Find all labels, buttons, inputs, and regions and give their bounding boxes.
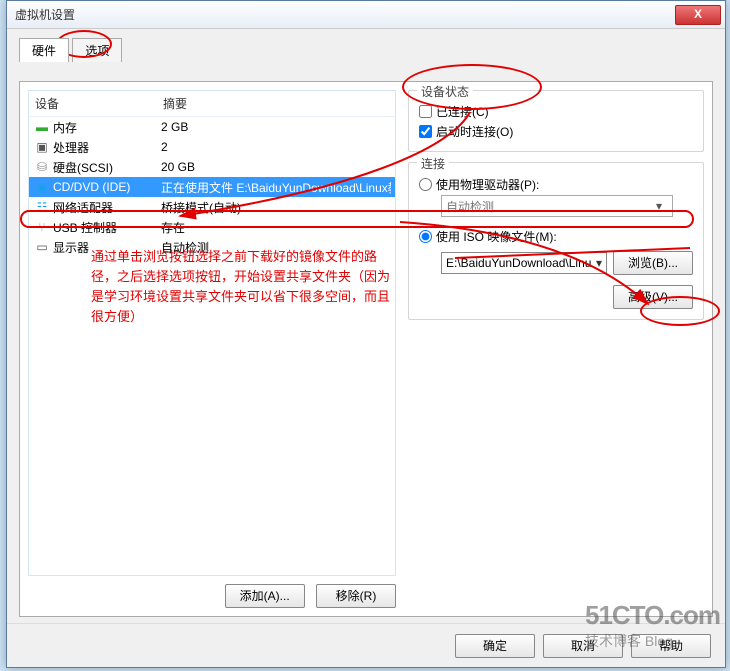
iso-path-combo[interactable]: E:\BaiduYunDownload\Linu ▾ [441,252,607,274]
auto-detect-label: 自动检测 [446,198,494,215]
device-icon: ☷ [33,200,51,214]
device-icon: ⑂ [33,220,51,234]
connection-group: 连接 使用物理驱动器(P): 自动检测 ▾ 使用 ISO 映像文件(M): [408,162,704,320]
tab-hardware[interactable]: 硬件 [19,38,69,62]
remove-button[interactable]: 移除(R) [316,584,396,608]
connect-on-box[interactable] [419,125,432,138]
advanced-button[interactable]: 高级(V)... [613,285,693,309]
use-physical-radio[interactable]: 使用物理驱动器(P): [419,173,693,195]
device-name: CD/DVD (IDE) [53,180,161,194]
device-summary: 正在使用文件 E:\BaiduYunDownload\Linux教学环境及规范\… [161,179,391,196]
status-group: 设备状态 已连接(C) 启动时连接(O) [408,90,704,152]
help-button[interactable]: 帮助 [631,634,711,658]
physical-drive-select[interactable]: 自动检测 ▾ [441,195,673,217]
chevron-down-icon: ▾ [596,256,602,270]
col-header-summary: 摘要 [163,95,187,112]
browse-button[interactable]: 浏览(B)... [613,251,693,275]
device-summary: 20 GB [161,160,391,174]
device-icon: ⛁ [33,160,51,174]
col-header-device: 设备 [35,95,163,112]
body: 硬件 选项 设备 摘要 ▬内存2 GB▣处理器2⛁硬盘(SCSI)20 GB◉C… [7,29,725,667]
device-list: 设备 摘要 ▬内存2 GB▣处理器2⛁硬盘(SCSI)20 GB◉CD/DVD … [28,90,396,576]
device-name: USB 控制器 [53,219,161,236]
vm-settings-window: 虚拟机设置 X 硬件 选项 设备 摘要 ▬内存2 GB▣处理器2⛁硬盘(SCSI… [6,0,726,668]
device-icon: ▭ [33,240,51,254]
titlebar: 虚拟机设置 X [7,1,725,29]
device-name: 硬盘(SCSI) [53,159,161,176]
device-detail: 设备状态 已连接(C) 启动时连接(O) 连接 使用物理驱动器(P): [408,90,704,608]
add-button[interactable]: 添加(A)... [225,584,305,608]
chevron-down-icon: ▾ [650,199,668,213]
device-row[interactable]: ⛁硬盘(SCSI)20 GB [29,157,395,177]
device-row[interactable]: ▬内存2 GB [29,117,395,137]
device-row[interactable]: ◉CD/DVD (IDE)正在使用文件 E:\BaiduYunDownload\… [29,177,395,197]
list-header: 设备 摘要 [29,91,395,117]
annotation-text: 通过单击浏览按钮选择之前下载好的镜像文件的路径，之后选择选项按钮，开始设置共享文… [91,247,391,327]
device-icon: ◉ [33,180,51,194]
device-summary: 桥接模式(自动) [161,199,391,216]
connect-on-start-checkbox[interactable]: 启动时连接(O) [419,121,693,141]
cancel-button[interactable]: 取消 [543,634,623,658]
device-icon: ▣ [33,140,51,154]
window-title: 虚拟机设置 [15,6,675,23]
device-row[interactable]: ☷网络适配器桥接模式(自动) [29,197,395,217]
tabs: 硬件 选项 [19,37,713,61]
device-summary: 2 GB [161,120,391,134]
hardware-panel: 设备 摘要 ▬内存2 GB▣处理器2⛁硬盘(SCSI)20 GB◉CD/DVD … [19,81,713,617]
phys-radio[interactable] [419,178,432,191]
device-icon: ▬ [33,120,51,134]
left-buttons: 添加(A)... 移除(R) [28,584,396,608]
tab-options[interactable]: 选项 [72,38,122,62]
device-summary: 存在 [161,219,391,236]
ok-button[interactable]: 确定 [455,634,535,658]
device-name: 内存 [53,119,161,136]
iso-path-text: E:\BaiduYunDownload\Linu [446,256,591,270]
device-summary: 2 [161,140,391,154]
connected-box[interactable] [419,105,432,118]
device-row[interactable]: ⑂USB 控制器存在 [29,217,395,237]
dialog-buttons: 确定 取消 帮助 [7,623,725,667]
connected-checkbox[interactable]: 已连接(C) [419,101,693,121]
status-legend: 设备状态 [417,83,473,100]
iso-radio[interactable] [419,230,432,243]
device-name: 网络适配器 [53,199,161,216]
close-button[interactable]: X [675,5,721,25]
use-iso-radio[interactable]: 使用 ISO 映像文件(M): [419,225,693,247]
connection-legend: 连接 [417,155,449,172]
device-row[interactable]: ▣处理器2 [29,137,395,157]
device-name: 处理器 [53,139,161,156]
